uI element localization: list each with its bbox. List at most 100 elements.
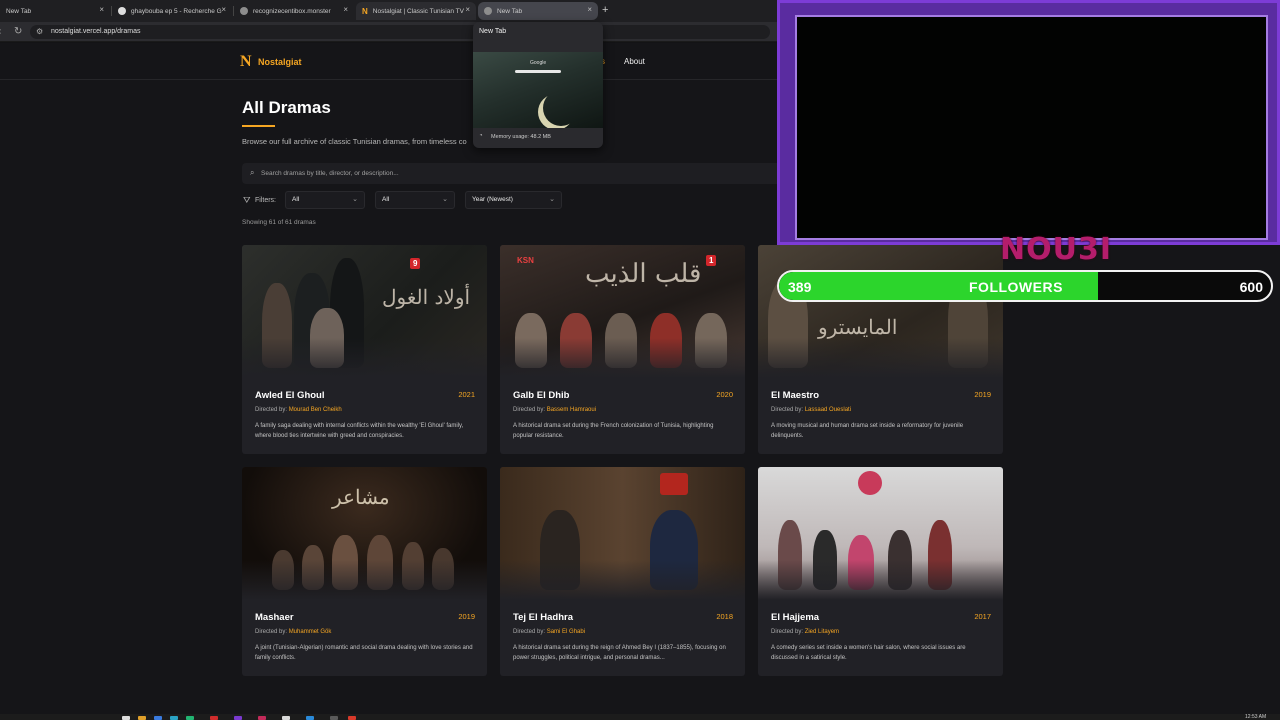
tab-close-icon[interactable]: × [221,5,226,14]
drama-description: A historical drama set during the reign … [513,645,726,661]
poster-title-art: مشاعر [332,485,390,509]
tab-title: Nostalgiat | Classic Tunisian TV [372,7,464,15]
follower-count: 389 [788,279,812,295]
taskbar-app-icon[interactable] [154,716,162,720]
director-name[interactable]: Bassem Hamraoui [547,407,596,413]
tab-new-tab-1[interactable]: New Tab × [0,2,110,20]
follower-goal-bar: 389 FOLLOWERS 600 [777,270,1273,302]
drama-card[interactable]: Tej El Hadhra 2018 Directed by: Sami El … [500,467,745,676]
drama-description: A joint (Tunisian-Algerian) romantic and… [255,645,473,661]
sort-select-value: Year (Newest) [472,196,513,203]
google-favicon-icon [118,7,126,15]
drama-card[interactable]: مشاعر Mashaer 2019 Directed by: Muhammet… [242,467,487,676]
page-description: Browse our full archive of classic Tunis… [242,137,467,146]
salon-logo [858,471,882,495]
drama-card[interactable]: أولاد الغول 9 Awled El Ghoul 2021 Direct… [242,245,487,454]
chevron-down-icon: ⌄ [352,196,358,203]
webcam-frame [777,0,1280,245]
logo-text[interactable]: Nostalgiat [258,57,302,67]
follower-goal: 600 [1239,279,1263,295]
drama-title: Mashaer [255,612,294,623]
tab-new-tab-2[interactable]: New Tab × [478,2,598,20]
followers-label: FOLLOWERS [969,279,1063,295]
new-tab-button[interactable]: + [602,4,608,16]
tab-close-icon[interactable]: × [99,5,104,14]
taskbar-app-icon[interactable] [330,716,338,720]
genre-select-value: All [292,196,300,203]
memory-icon: ◔ [479,133,483,139]
tab-hover-preview: New Tab Google ◔ Memory usage: 48.2 MB [473,22,603,148]
taskbar-app-icon[interactable] [210,716,218,720]
title-underline [242,125,275,127]
genre-select[interactable]: All ⌄ [285,191,365,209]
drama-year: 2019 [458,612,475,621]
drama-card[interactable]: El Hajjema 2017 Directed by: Zied Litaye… [758,467,1003,676]
chevron-down-icon: ⌄ [549,196,555,203]
channel-select[interactable]: All ⌄ [375,191,455,209]
drama-director: Directed by: Lassaad Oueslati [771,407,851,413]
filters-label: Filters: [255,197,276,204]
director-name[interactable]: Zied Litayem [805,629,839,635]
taskbar-app-icon[interactable] [306,716,314,720]
tab-recognize[interactable]: recognizecentibox.monster × [234,2,354,20]
drama-poster: قلب الذيب KSN 1 [500,245,745,378]
drama-year: 2017 [974,612,991,621]
fez-hat [660,473,688,495]
directed-by-label: Directed by: [513,407,546,413]
globe-favicon-icon [240,7,248,15]
preview-google-logo: Google [530,60,547,66]
drama-title: El Maestro [771,390,820,401]
reload-icon[interactable]: ↻ [14,26,22,37]
chrome-favicon-icon [484,7,492,15]
drama-description: A historical drama set during the French… [513,423,714,439]
preview-search-bar [515,70,561,73]
taskbar-clock: 12:53 AM [1245,714,1267,720]
channel-badge: KSN [517,256,534,265]
tab-nostalgiat[interactable]: N Nostalgiat | Classic Tunisian TV × [356,2,476,20]
taskbar-explorer-icon[interactable] [138,716,146,720]
drama-card[interactable]: قلب الذيب KSN 1 Galb El Dhib 2020 Direct… [500,245,745,454]
memory-usage: Memory usage: 48.2 MB [491,134,551,140]
taskbar-windows-icon[interactable] [122,716,130,720]
nav-about[interactable]: About [624,57,645,66]
site-info-icon[interactable]: ⚙ [36,27,43,36]
channel-select-value: All [382,196,390,203]
director-name[interactable]: Muhammet Gök [289,629,332,635]
search-input[interactable] [261,163,801,184]
streamer-name: NOU3I [1000,232,1113,267]
drama-director: Directed by: Zied Litayem [771,629,839,635]
url-field[interactable]: ⚙ nostalgiat.vercel.app/dramas [30,25,770,39]
taskbar-chrome-icon[interactable] [282,716,290,720]
webcam-feed [795,15,1268,240]
directed-by-label: Directed by: [771,629,804,635]
back-arrow-icon[interactable]: ‹ [0,26,1,37]
taskbar-app-icon[interactable] [258,716,266,720]
tab-title: recognizecentibox.monster [253,7,331,15]
taskbar-app-icon[interactable] [186,716,194,720]
channel-badge: 9 [410,258,421,269]
tab-close-icon[interactable]: × [343,5,348,14]
search-icon: ⌕ [250,168,255,177]
tab-close-icon[interactable]: × [465,5,470,14]
logo-icon[interactable]: N [240,53,252,71]
drama-title: Awled El Ghoul [255,390,325,401]
director-name[interactable]: Lassaad Oueslati [805,407,851,413]
taskbar-app-icon[interactable] [170,716,178,720]
drama-title: Tej El Hadhra [513,612,574,623]
url-text[interactable]: nostalgiat.vercel.app/dramas [51,28,141,35]
drama-director: Directed by: Muhammet Gök [255,629,331,635]
filter-icon: ⛛ [243,195,251,205]
taskbar-app-icon[interactable] [348,716,356,720]
taskbar-app-icon[interactable] [234,716,242,720]
drama-title: El Hajjema [771,612,820,623]
directed-by-label: Directed by: [255,407,288,413]
tab-title: New Tab [497,7,523,15]
director-name[interactable]: Mourad Ben Cheikh [289,407,342,413]
poster-title-art: المايسترو [818,315,898,339]
sort-select[interactable]: Year (Newest) ⌄ [465,191,562,209]
moon-image [543,90,579,126]
tab-google-search[interactable]: ghaybouba ep 5 - Recherche G × [112,2,232,20]
tab-close-icon[interactable]: × [587,5,592,14]
drama-poster [758,467,1003,600]
director-name[interactable]: Sami El Ghabi [547,629,585,635]
